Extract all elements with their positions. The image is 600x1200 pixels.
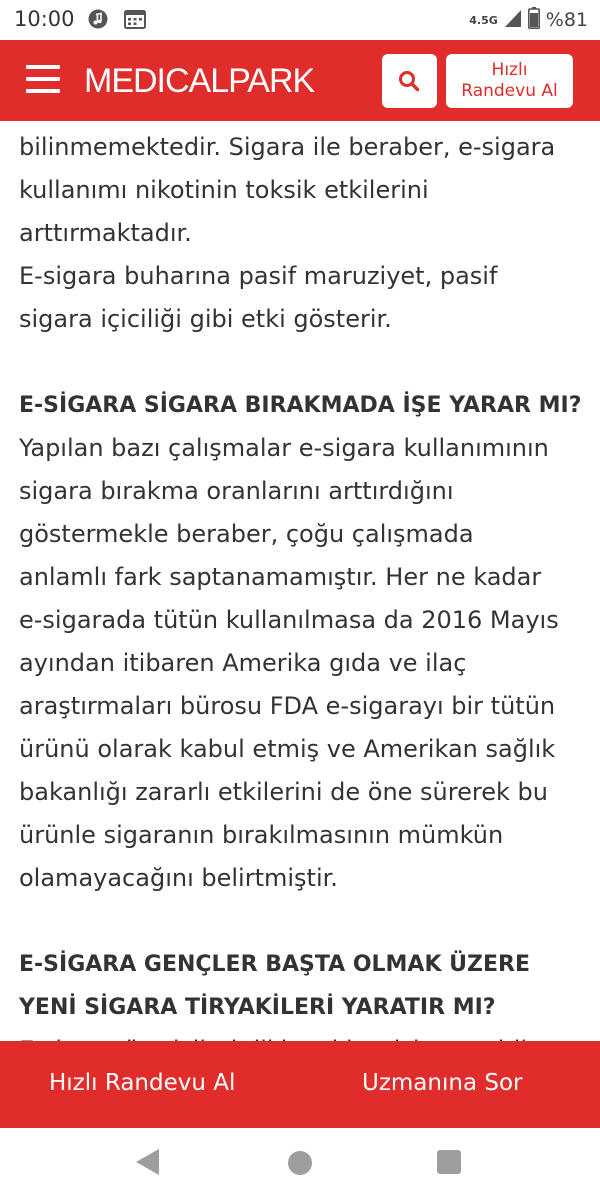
status-right: 4.5G %81 bbox=[469, 6, 588, 34]
screen: 10:00 4.5G %81 MEDICALPARK Hızlı Randevu… bbox=[0, 0, 600, 1200]
search-icon bbox=[399, 71, 420, 92]
music-icon bbox=[88, 9, 108, 29]
app-header: MEDICALPARK Hızlı Randevu Al bbox=[0, 40, 600, 121]
article-line: kullanımı nikotinin toksik etkilerini bbox=[19, 176, 429, 204]
quick-appointment-button[interactable]: Hızlı Randevu Al bbox=[446, 54, 573, 108]
article-line-partial: E-sigara üreticileri dikkatçi içecisine … bbox=[19, 1029, 594, 1041]
system-nav-bar bbox=[0, 1128, 600, 1200]
network-type: 4.5G bbox=[469, 13, 498, 27]
battery-level: %81 bbox=[545, 9, 588, 31]
menu-icon[interactable] bbox=[26, 65, 60, 95]
article-line: e-sigarada tütün kullanılmasa da 2016 Ma… bbox=[19, 606, 559, 634]
article-line: arttırmaktadır. bbox=[19, 219, 192, 247]
article-line: sigara içiciliği gibi etki gösterir. bbox=[19, 305, 392, 333]
search-button[interactable] bbox=[382, 54, 437, 108]
brand-logo[interactable]: MEDICALPARK bbox=[84, 62, 315, 100]
section-heading: E-SİGARA GENÇLER BAŞTA OLMAK ÜZERE bbox=[19, 952, 530, 977]
article-line: bakanlığı zararlı etkilerini de öne süre… bbox=[19, 778, 548, 806]
quick-appointment-line2: Randevu Al bbox=[461, 81, 558, 101]
article-line: araştırmaları bürosu FDA e-sigarayı bir … bbox=[19, 692, 556, 720]
calendar-icon bbox=[124, 9, 146, 29]
article-line: bilinmemektedir. Sigara ile beraber, e-s… bbox=[19, 133, 556, 161]
section-heading: YENİ SİGARA TİRYAKİLERİ YARATIR MI? bbox=[19, 995, 496, 1020]
back-icon[interactable] bbox=[136, 1149, 159, 1175]
article-line: Yapılan bazı çalışmalar e-sigara kullanı… bbox=[19, 434, 549, 462]
status-bar: 10:00 4.5G %81 bbox=[0, 0, 600, 40]
article-content[interactable]: bilinmemektedir. Sigara ile beraber, e-s… bbox=[0, 121, 600, 1041]
quick-appointment-link[interactable]: Hızlı Randevu Al bbox=[49, 1070, 235, 1096]
quick-appointment-line1: Hızlı bbox=[491, 60, 528, 80]
battery-icon bbox=[527, 6, 540, 34]
signal-icon bbox=[504, 8, 522, 33]
article-line: göstermekle beraber, çoğu çalışmada bbox=[19, 520, 474, 548]
article-line: olamayacağını belirtmiştir. bbox=[19, 864, 338, 892]
article-line: ayından itibaren Amerika gıda ve ilaç bbox=[19, 649, 467, 677]
article-body: bilinmemektedir. Sigara ile beraber, e-s… bbox=[19, 126, 594, 1041]
article-line: anlamlı fark saptanamamıştır. Her ne kad… bbox=[19, 563, 542, 591]
article-line: ürünle sigaranın bırakılmasının mümkün bbox=[19, 821, 504, 849]
bottom-action-bar: Hızlı Randevu Al Uzmanına Sor bbox=[0, 1041, 600, 1128]
article-line: sigara bırakma oranlarını arttırdığını bbox=[19, 477, 454, 505]
article-line: ürünü olarak kabul etmiş ve Amerikan sağ… bbox=[19, 735, 556, 763]
recent-apps-icon[interactable] bbox=[437, 1150, 461, 1174]
section-heading: E-SİGARA SİGARA BIRAKMADA İŞE YARAR MI? bbox=[19, 393, 582, 418]
home-icon[interactable] bbox=[288, 1151, 312, 1175]
status-time: 10:00 bbox=[14, 7, 75, 31]
article-line: E-sigara buharına pasif maruziyet, pasif bbox=[19, 262, 498, 290]
ask-specialist-link[interactable]: Uzmanına Sor bbox=[362, 1070, 522, 1096]
